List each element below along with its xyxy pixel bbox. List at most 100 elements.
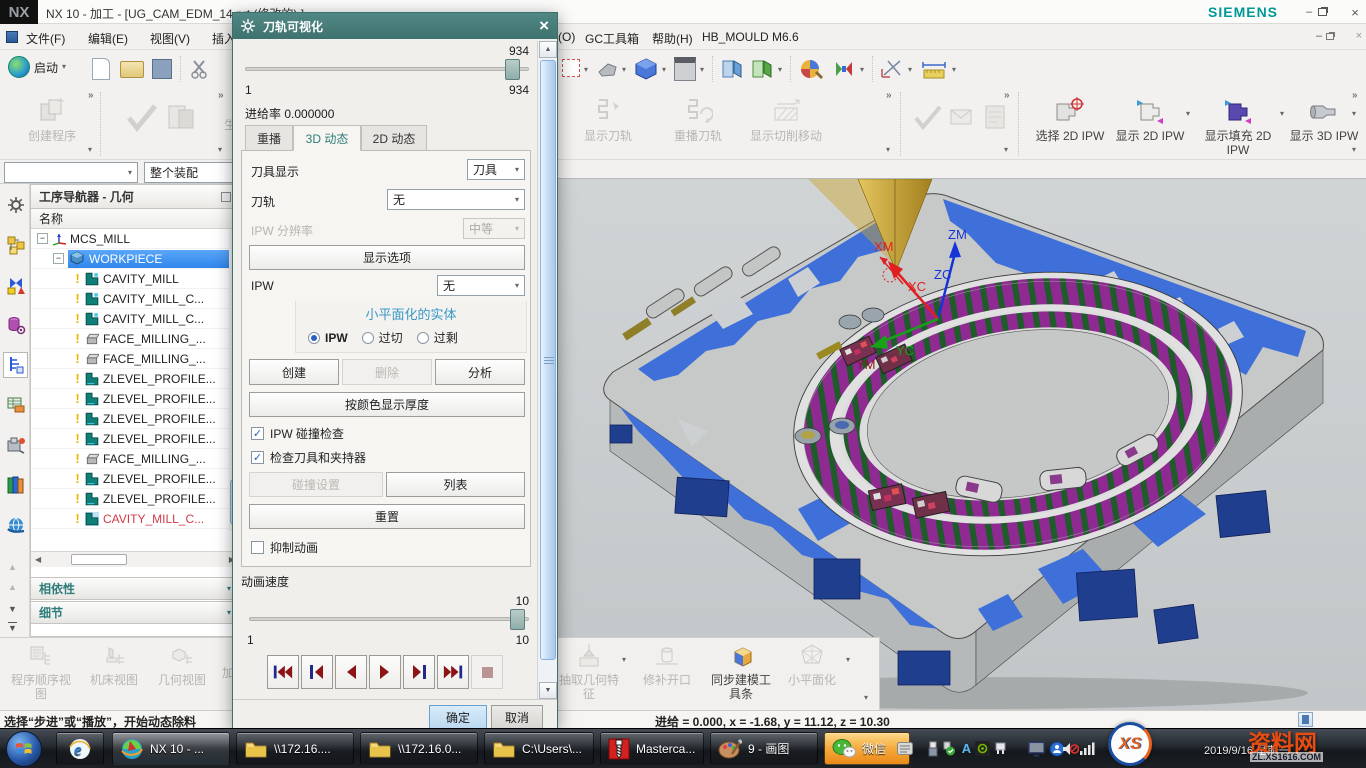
mdi-close-button[interactable]: × xyxy=(1352,30,1366,42)
patch-opening-button[interactable]: 修补开口 xyxy=(636,642,698,687)
shading-caret[interactable]: ▾ xyxy=(860,66,864,74)
assembly-navigator-icon[interactable] xyxy=(3,232,28,258)
navigator-hscrollbar[interactable]: ◀ ▶ xyxy=(31,551,239,567)
shaded-cube-icon[interactable] xyxy=(634,57,658,81)
list-button[interactable]: 列表 xyxy=(386,472,525,497)
taskbar-folder-3[interactable]: C:\Users\... xyxy=(484,732,594,765)
suppress-animation-checkbox[interactable]: 抑制动画 xyxy=(251,539,318,556)
display-panel-icon[interactable] xyxy=(674,57,696,81)
menu-view[interactable]: 视图(V) xyxy=(150,30,190,47)
radio-ipw[interactable] xyxy=(308,332,320,344)
tray-usb-safe-icon[interactable] xyxy=(940,740,957,757)
show-fill-2d-caret[interactable]: ▾ xyxy=(1280,110,1284,118)
display-options-button[interactable]: 显示选项 xyxy=(249,245,525,270)
go-to-end-button[interactable] xyxy=(437,655,469,689)
name-column-header[interactable]: 名称 xyxy=(31,209,239,229)
mdi-restore-button[interactable] xyxy=(1326,33,1334,40)
panel-caret[interactable]: ▾ xyxy=(700,66,704,74)
tree-item-op[interactable]: !FACE_MILLING_... xyxy=(31,449,239,469)
new-file-icon[interactable] xyxy=(92,58,110,80)
faceting-button[interactable]: 小平面化 xyxy=(782,642,842,687)
group4-caret[interactable]: ▾ xyxy=(1004,146,1008,154)
taskbar-folder-2[interactable]: \\172.16.0... xyxy=(360,732,478,765)
group2-caret[interactable]: ▾ xyxy=(218,146,222,154)
menu-o-partial[interactable]: (O) xyxy=(558,30,575,44)
tray-display-icon[interactable] xyxy=(1028,740,1045,757)
machine-tool-view-button[interactable]: 机床视图 xyxy=(84,644,144,687)
start-button[interactable]: 启动▾ xyxy=(8,56,66,78)
resource-scroll-up[interactable]: ▲ xyxy=(8,562,17,572)
show-3d-ipw-button[interactable]: 显示 3D IPW xyxy=(1288,96,1360,143)
show-cut-moves-button[interactable]: 显示切削移动 xyxy=(748,96,824,143)
show-2d-caret[interactable]: ▾ xyxy=(1186,110,1190,118)
reset-button[interactable]: 重置 xyxy=(249,504,525,529)
snap-caret[interactable]: ▾ xyxy=(622,66,626,74)
progress-slider-thumb[interactable] xyxy=(505,59,520,80)
render-style-icon[interactable] xyxy=(798,56,824,82)
tray-nvidia-icon[interactable] xyxy=(974,740,991,757)
speed-slider-thumb[interactable] xyxy=(510,609,525,630)
distance-icon[interactable] xyxy=(920,57,948,81)
graphics-viewport[interactable]: ZM XM ZC XC YC YM xyxy=(558,178,1366,710)
facet-caret[interactable]: ▾ xyxy=(846,656,850,664)
geometry-view-button[interactable]: 几何视图 xyxy=(152,644,212,687)
ipw-dropdown[interactable]: 无▾ xyxy=(437,275,525,296)
measure-icon[interactable] xyxy=(880,57,906,81)
tree-item-mcs-mill[interactable]: − MCS_MILL xyxy=(31,229,239,249)
ok-button[interactable]: 确定 xyxy=(429,705,487,729)
cube-caret[interactable]: ▾ xyxy=(662,66,666,74)
distance-caret[interactable]: ▾ xyxy=(952,66,956,74)
tree-item-op[interactable]: !ZLEVEL_PROFILE... xyxy=(31,489,239,509)
resource-scroll-last[interactable]: ▼ xyxy=(8,622,17,633)
menu-hb-mould[interactable]: HB_MOULD M6.6 xyxy=(702,30,799,44)
cut-icon[interactable] xyxy=(190,58,212,80)
dependencies-panel-header[interactable]: 相依性▾ xyxy=(30,577,240,600)
program-order-view-button[interactable]: 程序顺序视图 xyxy=(8,644,74,701)
create-program-button[interactable]: 创建程序 xyxy=(10,96,94,143)
extract-caret[interactable]: ▾ xyxy=(622,656,626,664)
library-icon[interactable] xyxy=(3,472,28,498)
fit-view-icon[interactable] xyxy=(562,59,580,77)
minimize-button[interactable]: – xyxy=(1302,6,1316,18)
true-shading-icon[interactable] xyxy=(832,58,856,80)
menu-gc-toolbox[interactable]: GC工具箱 xyxy=(585,30,639,47)
show-2d-ipw-button[interactable]: 显示 2D IPW xyxy=(1112,96,1188,143)
constraint-navigator-icon[interactable] xyxy=(3,272,28,298)
tree-item-op[interactable]: !CAVITY_MILL_C... xyxy=(31,309,239,329)
machining-feature-icon[interactable] xyxy=(3,392,28,418)
snap-view-icon[interactable] xyxy=(596,58,620,80)
select-2d-ipw-button[interactable]: 选择 2D IPW xyxy=(1028,96,1112,143)
tray-ime-icon[interactable] xyxy=(896,740,913,757)
measure-caret[interactable]: ▾ xyxy=(908,66,912,74)
taskbar-nx[interactable]: NX 10 - ... xyxy=(112,732,230,765)
extract-geometry-button[interactable]: 抽取几何特征 xyxy=(558,642,620,701)
play-forward-button[interactable] xyxy=(369,655,401,689)
tree-item-op[interactable]: !CAVITY_MILL_C... xyxy=(31,289,239,309)
tree-item-op[interactable]: !ZLEVEL_PROFILE... xyxy=(31,469,239,489)
tree-item-op[interactable]: !ZLEVEL_PROFILE... xyxy=(31,369,239,389)
navigator-header[interactable]: 工序导航器 - 几何 xyxy=(31,185,239,209)
tree-item-workpiece[interactable]: − WORKPIECE xyxy=(31,249,239,269)
show-fill-2d-ipw-button[interactable]: 显示填充 2D IPW xyxy=(1196,96,1280,157)
save-icon[interactable] xyxy=(152,59,172,79)
tree-item-op-highlight[interactable]: !CAVITY_MILL_C... xyxy=(31,509,239,529)
taskbar-paint[interactable]: 9 - 画图 xyxy=(710,732,818,765)
tray-usb-icon[interactable] xyxy=(924,740,941,757)
cancel-button[interactable]: 取消 xyxy=(491,705,543,729)
start-button[interactable] xyxy=(6,731,42,767)
group4-expand[interactable]: » xyxy=(1004,90,1010,101)
radio-overcut[interactable] xyxy=(362,332,374,344)
create-button[interactable]: 创建 xyxy=(249,359,339,385)
dialog-title-bar[interactable]: 刀轨可视化 × xyxy=(233,13,557,39)
tree-item-op[interactable]: !ZLEVEL_PROFILE... xyxy=(31,429,239,449)
show-toolpath-button[interactable]: 显示刀轨 xyxy=(572,96,644,143)
go-to-start-button[interactable] xyxy=(267,655,299,689)
section-view-icon[interactable] xyxy=(720,57,744,81)
show-3d-caret[interactable]: ▾ xyxy=(1352,110,1356,118)
replay-toolpath-button[interactable]: 重播刀轨 xyxy=(662,96,734,143)
group5-caret[interactable]: ▾ xyxy=(1352,146,1356,154)
sync-modeling-button[interactable]: 同步建模工具条 xyxy=(708,642,774,701)
tool-display-dropdown[interactable]: 刀具▾ xyxy=(467,159,525,180)
mdi-minimize-button[interactable]: – xyxy=(1312,30,1326,42)
group1-expand[interactable]: » xyxy=(88,90,94,101)
